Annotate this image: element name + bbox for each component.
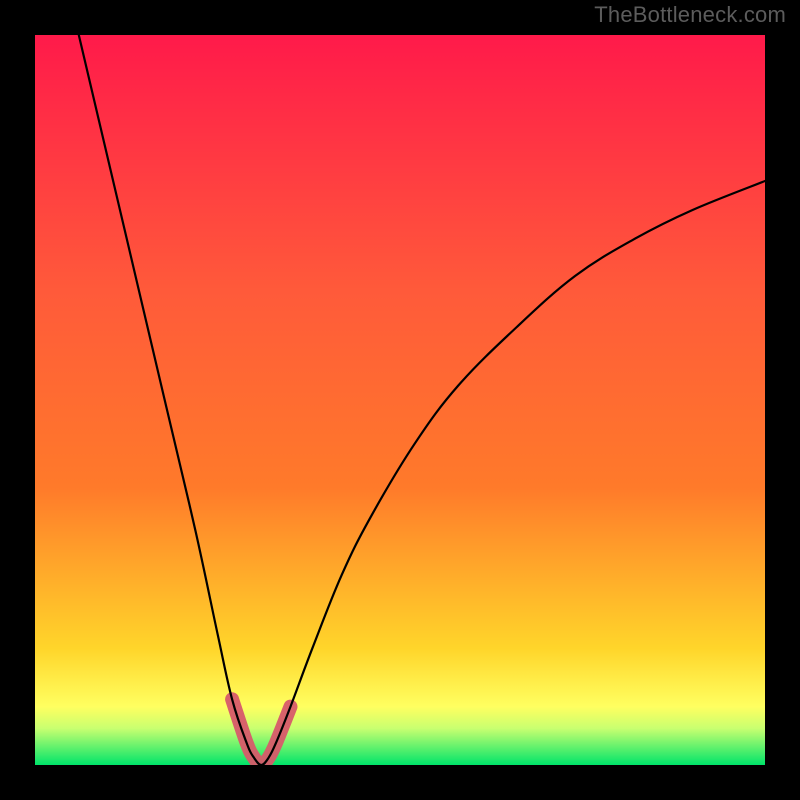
- bottleneck-chart: [35, 35, 765, 765]
- plot-area: [35, 35, 765, 765]
- chart-frame: TheBottleneck.com: [0, 0, 800, 800]
- watermark-text: TheBottleneck.com: [594, 2, 786, 28]
- gradient-background: [35, 35, 765, 765]
